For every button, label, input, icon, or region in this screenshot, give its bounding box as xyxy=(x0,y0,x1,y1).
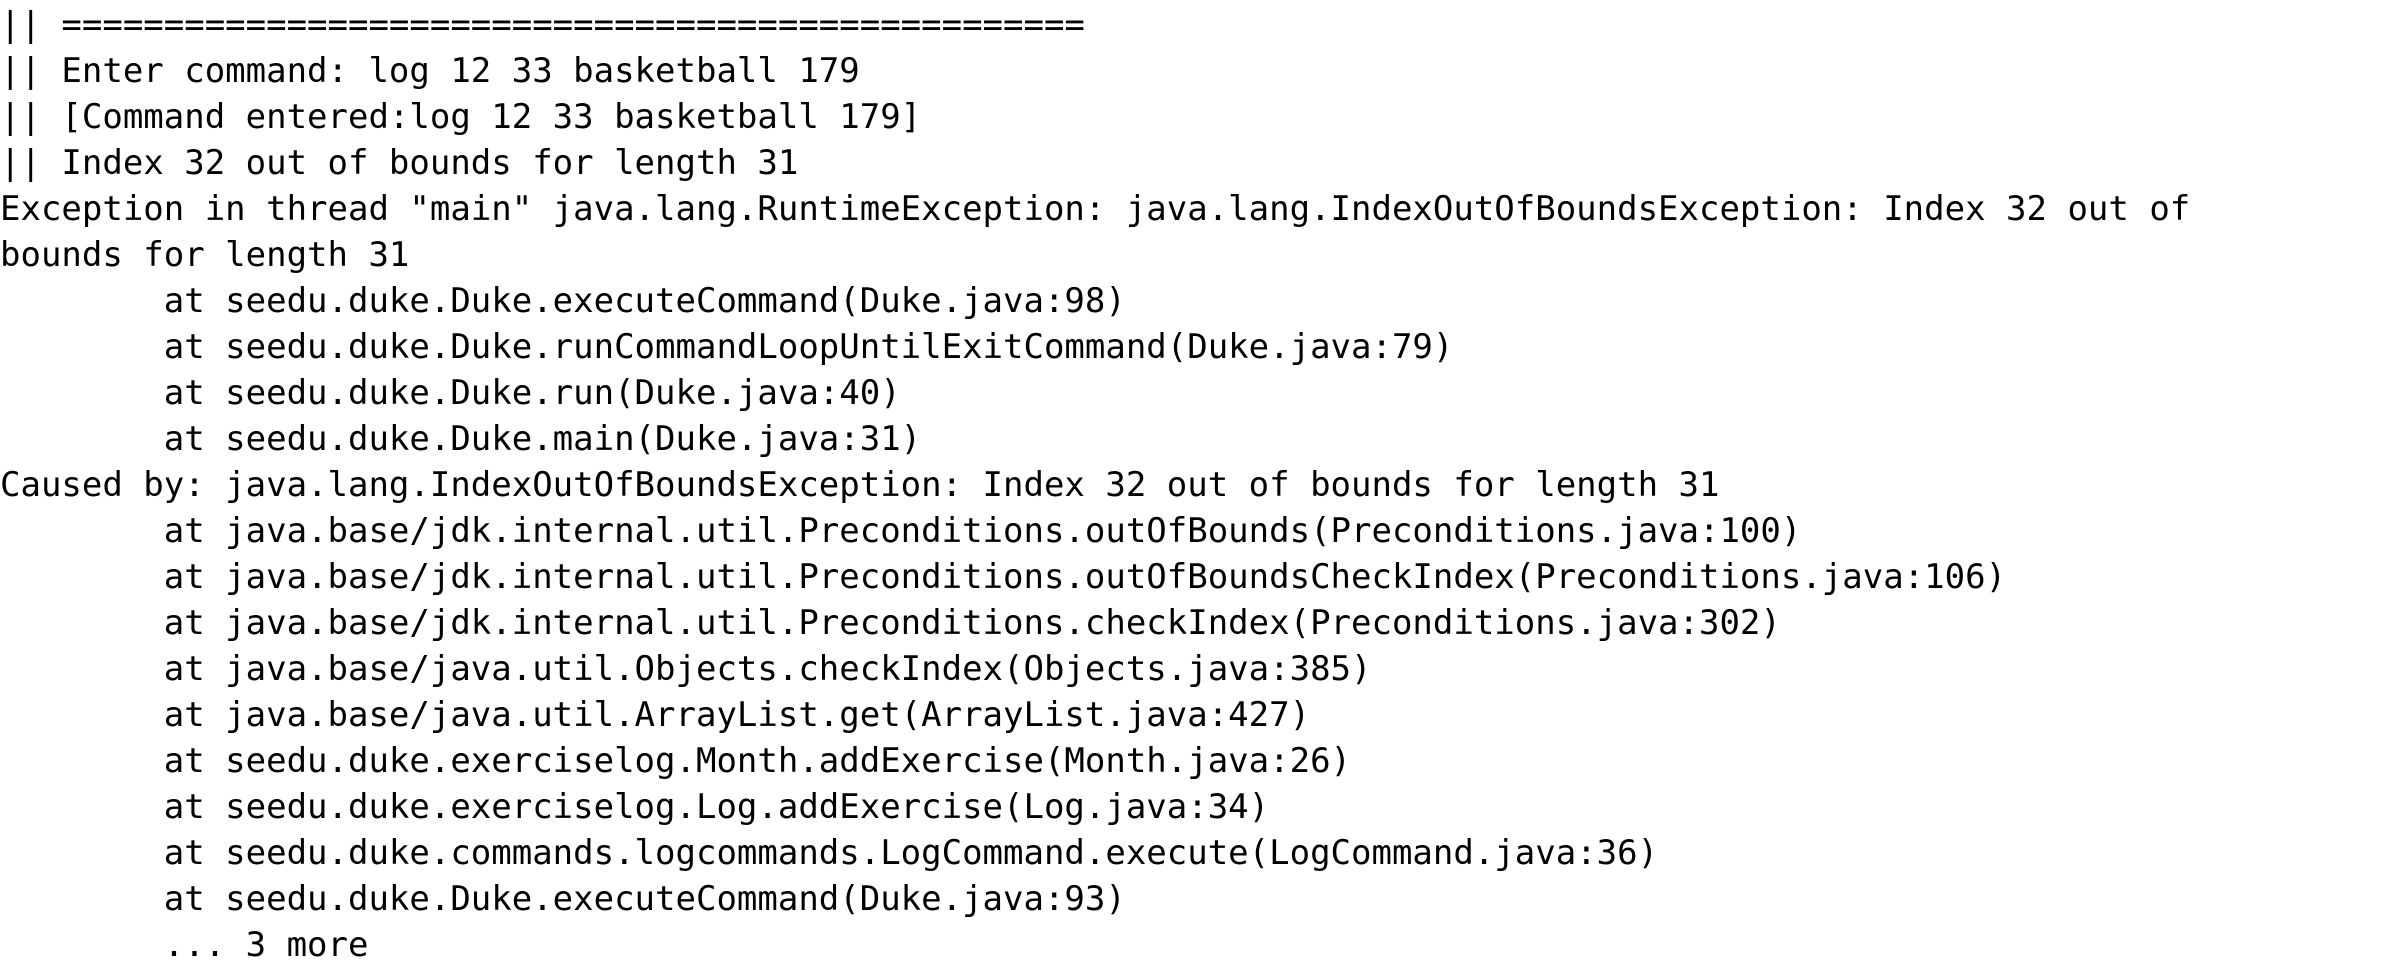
stack-frame-line: at java.base/jdk.internal.util.Precondit… xyxy=(0,511,1802,551)
caused-by-line: Caused by: java.lang.IndexOutOfBoundsExc… xyxy=(0,465,1720,505)
stack-frame-line: at java.base/java.util.Objects.checkInde… xyxy=(0,649,1372,689)
prompt-line: || Enter command: log 12 33 basketball 1… xyxy=(0,51,860,91)
stack-frame-line: at java.base/java.util.ArrayList.get(Arr… xyxy=(0,695,1311,735)
divider-line: || =====================================… xyxy=(0,5,1085,45)
exception-header-line: Exception in thread "main" java.lang.Run… xyxy=(0,189,2191,229)
terminal-output: || =====================================… xyxy=(0,0,2388,960)
stack-frame-line: at seedu.duke.exerciselog.Month.addExerc… xyxy=(0,741,1352,781)
stack-frame-line: at seedu.duke.Duke.main(Duke.java:31) xyxy=(0,419,922,459)
stack-frame-line: at seedu.duke.exerciselog.Log.addExercis… xyxy=(0,787,1270,827)
stack-frame-line: at seedu.duke.Duke.runCommandLoopUntilEx… xyxy=(0,327,1454,367)
command-echo-line: || [Command entered:log 12 33 basketball… xyxy=(0,97,922,137)
stack-frame-line: at seedu.duke.Duke.executeCommand(Duke.j… xyxy=(0,281,1126,321)
stack-frame-line: at seedu.duke.commands.logcommands.LogCo… xyxy=(0,833,1659,873)
stack-frame-line: at seedu.duke.Duke.executeCommand(Duke.j… xyxy=(0,879,1126,919)
error-message-line: || Index 32 out of bounds for length 31 xyxy=(0,143,799,183)
stack-frame-line: at seedu.duke.Duke.run(Duke.java:40) xyxy=(0,373,901,413)
stack-frame-line: at java.base/jdk.internal.util.Precondit… xyxy=(0,557,2007,597)
stack-frame-line: at java.base/jdk.internal.util.Precondit… xyxy=(0,603,1781,643)
more-frames-line: ... 3 more xyxy=(0,925,369,960)
exception-header-continuation: bounds for length 31 xyxy=(0,235,410,275)
